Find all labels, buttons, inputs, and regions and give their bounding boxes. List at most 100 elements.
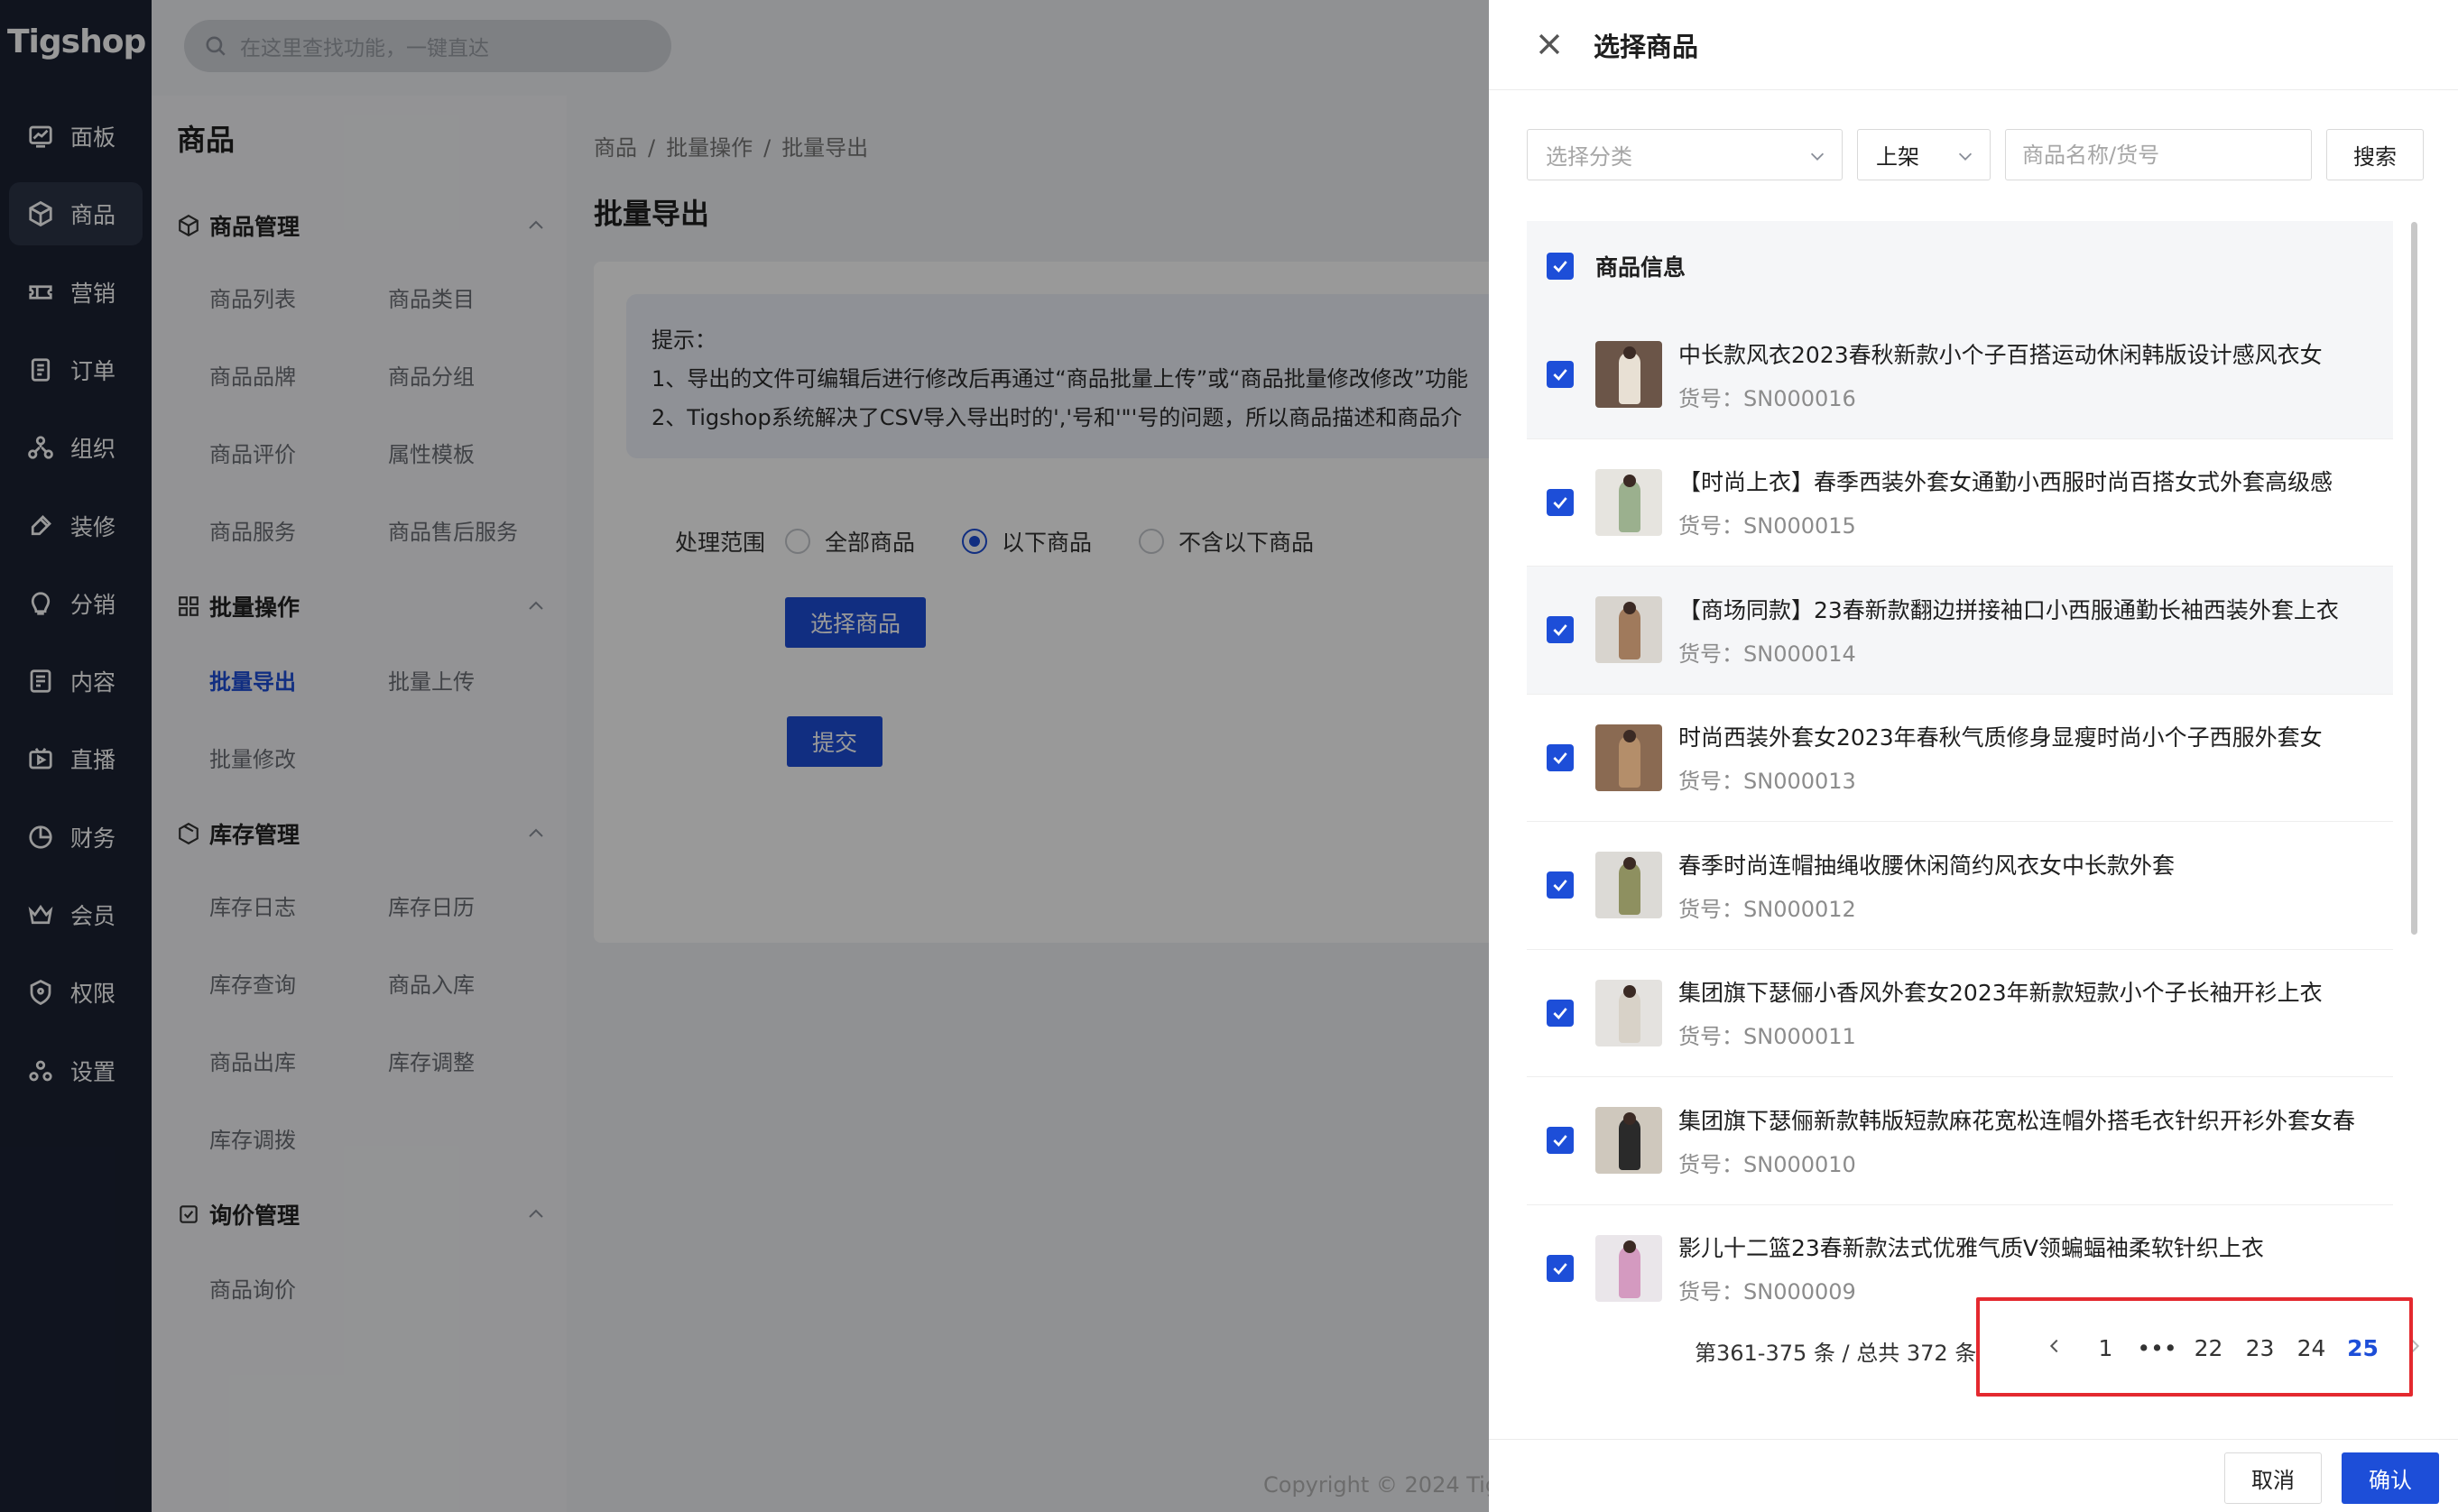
product-sn: 货号：SN000013 [1678, 763, 2323, 795]
product-info: 集团旗下瑟俪小香风外套女2023年新款短款小个子长袖开衫上衣 货号：SN00001… [1678, 975, 2323, 1050]
product-name: 【时尚上衣】春季西装外套女通勤小西服时尚百搭女式外套高级感 [1678, 469, 2333, 496]
product-info: 集团旗下瑟俪新款韩版短款麻花宽松连帽外搭毛衣针织开衫外套女春 货号：SN00001… [1678, 1103, 2355, 1178]
check-icon [1553, 369, 1567, 382]
drawer-header: 选择商品 [1489, 0, 2458, 90]
row-checkbox[interactable] [1547, 999, 1574, 1027]
check-icon [1553, 1007, 1567, 1019]
confirm-button[interactable]: 确认 [2342, 1452, 2439, 1504]
sn-prefix: 货号： [1678, 1279, 1743, 1304]
chevron-down-icon [1810, 152, 1825, 161]
thumbnail-figure [1619, 990, 1640, 1043]
product-thumbnail [1595, 1234, 1662, 1302]
check-icon [1553, 261, 1567, 272]
product-info: 【时尚上衣】春季西装外套女通勤小西服时尚百搭女式外套高级感 货号：SN000015 [1678, 465, 2333, 539]
close-icon[interactable] [1534, 29, 1565, 60]
product-thumbnail [1595, 724, 1662, 791]
check-icon [1553, 624, 1567, 637]
product-thumbnail [1595, 468, 1662, 536]
thumbnail-figure [1619, 352, 1640, 405]
row-checkbox[interactable] [1547, 361, 1574, 389]
product-info: 时尚西装外套女2023年春秋气质修身显瘦时尚小个子西服外套女 货号：SN00001… [1678, 720, 2323, 795]
product-name: 集团旗下瑟俪新款韩版短款麻花宽松连帽外搭毛衣针织开衫外套女春 [1678, 1107, 2356, 1134]
product-row[interactable]: 【时尚上衣】春季西装外套女通勤小西服时尚百搭女式外套高级感 货号：SN000015 [1527, 439, 2393, 567]
product-list: 中长款风衣2023春秋新款小个子百搭运动休闲韩版设计感风衣女 货号：SN00001… [1527, 311, 2393, 1304]
sn-prefix: 货号： [1678, 1024, 1743, 1050]
product-thumbnail [1595, 596, 1662, 664]
product-info: 中长款风衣2023春秋新款小个子百搭运动休闲韩版设计感风衣女货号：SN00001… [1678, 337, 2323, 412]
product-name: 时尚西装外套女2023年春秋气质修身显瘦时尚小个子西服外套女 [1678, 724, 2323, 751]
sn-value: SN000016 [1743, 385, 1856, 411]
product-name: 【商场同款】23春新款翻边拼接袖口小西服通勤长袖西装外套上衣 [1678, 596, 2339, 623]
row-checkbox[interactable] [1547, 743, 1574, 771]
row-checkbox[interactable] [1547, 616, 1574, 644]
sn-value: SN000011 [1743, 1024, 1856, 1050]
sn-value: SN000014 [1743, 641, 1856, 667]
product-name: 影儿十二篮23春新款法式优雅气质V领蝙蝠袖柔软针织上衣 [1678, 1235, 2264, 1262]
row-checkbox[interactable] [1547, 488, 1574, 516]
cancel-button[interactable]: 取消 [2224, 1452, 2322, 1504]
check-icon [1553, 1262, 1567, 1275]
product-row[interactable]: 影儿十二篮23春新款法式优雅气质V领蝙蝠袖柔软针织上衣 货号：SN000009 [1527, 1205, 2393, 1304]
product-row[interactable]: 【商场同款】23春新款翻边拼接袖口小西服通勤长袖西装外套上衣 货号：SN00001… [1527, 567, 2393, 695]
row-checkbox[interactable] [1547, 871, 1574, 899]
search-button[interactable]: 搜索 [2326, 129, 2424, 180]
sn-prefix: 货号： [1678, 769, 1743, 795]
thumbnail-head [1623, 474, 1636, 487]
sn-prefix: 货号： [1678, 513, 1743, 539]
product-thumbnail [1595, 979, 1662, 1046]
product-name: 集团旗下瑟俪小香风外套女2023年新款短款小个子长袖开衫上衣 [1678, 980, 2323, 1007]
thumbnail-figure [1619, 1118, 1640, 1171]
product-sn: 货号：SN000014 [1678, 636, 2339, 668]
product-row[interactable]: 春季时尚连帽抽绳收腰休闲简约风衣女中长款外套 货号：SN000012 [1527, 822, 2393, 950]
scrollbar[interactable] [2411, 222, 2417, 935]
sn-value: SN000009 [1743, 1279, 1856, 1304]
product-sn: 货号：SN000010 [1678, 1147, 2355, 1178]
highlight-box [1976, 1297, 2413, 1397]
product-row[interactable]: 集团旗下瑟俪新款韩版短款麻花宽松连帽外搭毛衣针织开衫外套女春 货号：SN00001… [1527, 1077, 2393, 1205]
product-sn: 货号：SN000011 [1678, 1019, 2323, 1050]
product-sn: 货号：SN000012 [1678, 891, 2175, 923]
row-checkbox[interactable] [1547, 1254, 1574, 1282]
thumbnail-head [1623, 729, 1636, 742]
product-thumbnail [1595, 852, 1662, 919]
thumbnail-figure [1619, 607, 1640, 660]
thumbnail-figure [1619, 734, 1640, 788]
check-icon [1553, 496, 1567, 509]
sn-prefix: 货号： [1678, 896, 1743, 922]
product-info: 【商场同款】23春新款翻边拼接袖口小西服通勤长袖西装外套上衣 货号：SN00001… [1678, 593, 2339, 668]
thumbnail-figure [1619, 479, 1640, 532]
product-info: 影儿十二篮23春新款法式优雅气质V领蝙蝠袖柔软针织上衣 货号：SN000009 [1678, 1231, 2264, 1304]
product-sn: 货号：SN000016 [1678, 381, 2323, 412]
category-select-placeholder: 选择分类 [1546, 144, 1632, 170]
check-icon [1553, 1135, 1567, 1148]
sn-value: SN000010 [1743, 1151, 1856, 1177]
status-select-value: 上架 [1876, 144, 1919, 170]
product-thumbnail [1595, 1107, 1662, 1175]
thumbnail-head [1623, 1240, 1636, 1253]
sn-value: SN000012 [1743, 896, 1856, 922]
chevron-down-icon [1958, 152, 1973, 161]
status-select[interactable]: 上架 [1857, 129, 1991, 180]
table-header: 商品信息 [1527, 221, 2393, 311]
thumbnail-head [1623, 984, 1636, 998]
check-icon [1553, 880, 1567, 892]
sn-value: SN000013 [1743, 769, 1856, 795]
product-name: 中长款风衣2023春秋新款小个子百搭运动休闲韩版设计感风衣女 [1678, 341, 2323, 368]
drawer-footer: 取消 确认 [1489, 1439, 2458, 1512]
product-row[interactable]: 集团旗下瑟俪小香风外套女2023年新款短款小个子长袖开衫上衣 货号：SN00001… [1527, 950, 2393, 1077]
select-all-checkbox[interactable] [1547, 253, 1574, 280]
category-select[interactable]: 选择分类 [1527, 129, 1843, 180]
check-icon [1553, 751, 1567, 764]
product-row[interactable]: 时尚西装外套女2023年春秋气质修身显瘦时尚小个子西服外套女 货号：SN00001… [1527, 695, 2393, 822]
sn-value: SN000015 [1743, 513, 1856, 539]
sn-prefix: 货号： [1678, 1151, 1743, 1177]
product-sn: 货号：SN000015 [1678, 508, 2333, 539]
select-products-drawer: 选择商品 选择分类 上架 搜索 商品信息 中长款风衣2023春秋新款小个子百搭运… [1489, 0, 2458, 1512]
thumbnail-figure [1619, 862, 1640, 916]
product-row[interactable]: 中长款风衣2023春秋新款小个子百搭运动休闲韩版设计感风衣女货号：SN00001… [1527, 311, 2393, 439]
sn-prefix: 货号： [1678, 641, 1743, 667]
keyword-input[interactable] [2005, 129, 2312, 180]
row-checkbox[interactable] [1547, 1127, 1574, 1155]
drawer-title: 选择商品 [1594, 32, 1699, 62]
product-thumbnail [1595, 341, 1662, 409]
